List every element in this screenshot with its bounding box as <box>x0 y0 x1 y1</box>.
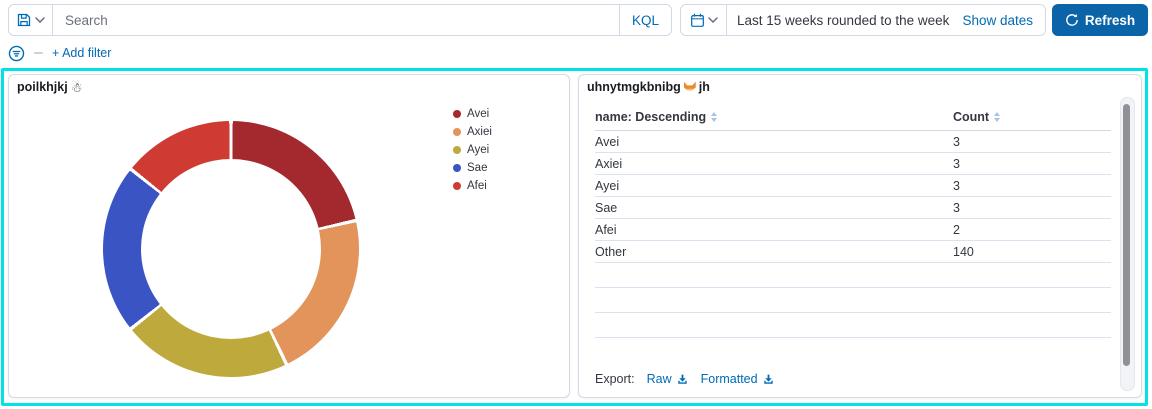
chart-legend: Avei Axiei Ayei Sae Afei <box>453 105 492 195</box>
snowman-emoji-icon: ☃ <box>70 79 83 95</box>
table-row: Afei 2 <box>595 219 1111 241</box>
column-header-name[interactable]: name: Descending <box>595 109 718 124</box>
table-row: Sae 3 <box>595 197 1111 219</box>
legend-label: Afei <box>467 180 487 192</box>
date-picker: Last 15 weeks rounded to the week Show d… <box>680 4 1046 36</box>
donut-chart[interactable] <box>103 121 359 377</box>
legend-label: Avei <box>467 108 490 120</box>
donut-hole <box>141 159 321 339</box>
legend-label: Ayei <box>467 144 490 156</box>
legend-color-dot <box>453 146 461 154</box>
table-scrollbar-track[interactable] <box>1120 97 1135 391</box>
name-cell[interactable]: Other <box>595 245 626 259</box>
table-row-empty <box>595 263 1111 288</box>
count-cell: 3 <box>953 134 960 149</box>
download-icon <box>676 373 689 386</box>
kql-button[interactable]: KQL <box>618 5 671 35</box>
count-cell: 140 <box>953 244 974 259</box>
table-panel-title-suffix: jh <box>698 80 710 94</box>
export-row: Export: Raw Formatted <box>595 372 775 386</box>
name-cell[interactable]: Afei <box>595 223 617 237</box>
refresh-button-label: Refresh <box>1084 12 1136 28</box>
export-raw-label: Raw <box>646 372 672 386</box>
table-scrollbar-thumb[interactable] <box>1123 104 1130 366</box>
count-cell: 3 <box>953 200 960 215</box>
save-icon <box>16 12 32 28</box>
refresh-button[interactable]: Refresh <box>1052 4 1148 36</box>
legend-item[interactable]: Sae <box>453 159 492 177</box>
fox-emoji-icon <box>683 81 696 93</box>
column-header-name-label: name: Descending <box>595 109 707 124</box>
refresh-icon <box>1065 13 1079 27</box>
export-formatted-label: Formatted <box>700 372 758 386</box>
name-cell[interactable]: Avei <box>595 135 619 149</box>
count-cell: 3 <box>953 178 960 193</box>
legend-item[interactable]: Ayei <box>453 141 492 159</box>
table-panel-title[interactable]: uhnytmgkbnibg jh <box>587 80 710 94</box>
table-header-row: name: Descending Count <box>595 103 1111 131</box>
show-dates-button[interactable]: Show dates <box>950 13 1045 28</box>
table-row: Ayei 3 <box>595 175 1111 197</box>
date-range-display[interactable]: Last 15 weeks rounded to the week <box>727 13 950 28</box>
saved-query-menu-button[interactable] <box>9 5 53 35</box>
chevron-down-icon <box>707 17 718 23</box>
legend-item[interactable]: Avei <box>453 105 492 123</box>
data-table-panel: uhnytmgkbnibg jh name: Descending Count … <box>578 74 1142 398</box>
name-cell[interactable]: Ayei <box>595 179 619 193</box>
add-filter-button[interactable]: + Add filter <box>52 46 111 60</box>
table-row: Avei 3 <box>595 131 1111 153</box>
table-row-empty <box>595 288 1111 313</box>
filter-bar: + Add filter <box>8 44 111 62</box>
column-header-count-label: Count <box>953 109 990 124</box>
table-row: Other 140 <box>595 241 1111 263</box>
legend-color-dot <box>453 182 461 190</box>
name-cell[interactable]: Sae <box>595 201 617 215</box>
legend-label: Axiei <box>467 126 492 138</box>
date-quick-select-button[interactable] <box>681 5 727 35</box>
export-label: Export: <box>595 372 635 386</box>
legend-item[interactable]: Axiei <box>453 123 492 141</box>
legend-color-dot <box>453 164 461 172</box>
column-header-count[interactable]: Count <box>953 109 1001 124</box>
legend-color-dot <box>453 110 461 118</box>
table-body: Avei 3 Axiei 3 Ayei 3 Sae 3 Afei 2 Other 140 <box>595 131 1111 338</box>
filter-bar-dash <box>34 52 43 54</box>
calendar-icon <box>690 13 705 28</box>
table-panel-title-text: uhnytmgkbnibg <box>587 80 681 94</box>
sort-arrows-icon <box>994 111 1001 122</box>
export-formatted-link[interactable]: Formatted <box>701 372 775 386</box>
name-cell[interactable]: Axiei <box>595 157 622 171</box>
table-row: Axiei 3 <box>595 153 1111 175</box>
legend-item[interactable]: Afei <box>453 177 492 195</box>
pie-chart-panel: poilkhjkj ☃ Avei Axiei Ayei Sae Afei <box>8 74 570 398</box>
download-icon <box>762 373 775 386</box>
pie-panel-title-text: poilkhjkj <box>17 80 68 94</box>
count-cell: 3 <box>953 156 960 171</box>
legend-color-dot <box>453 128 461 136</box>
data-table: name: Descending Count Avei 3 Axiei 3 Ayei 3 S… <box>595 103 1111 338</box>
legend-label: Sae <box>467 162 488 174</box>
count-cell: 2 <box>953 222 960 237</box>
filter-icon <box>8 45 25 62</box>
export-raw-link[interactable]: Raw <box>647 372 689 386</box>
table-row-empty <box>595 313 1111 338</box>
chevron-down-icon <box>35 17 45 23</box>
sort-arrows-icon <box>711 111 718 122</box>
pie-panel-title[interactable]: poilkhjkj ☃ <box>17 80 82 94</box>
search-bar: KQL <box>8 4 672 36</box>
search-input[interactable] <box>53 12 619 28</box>
